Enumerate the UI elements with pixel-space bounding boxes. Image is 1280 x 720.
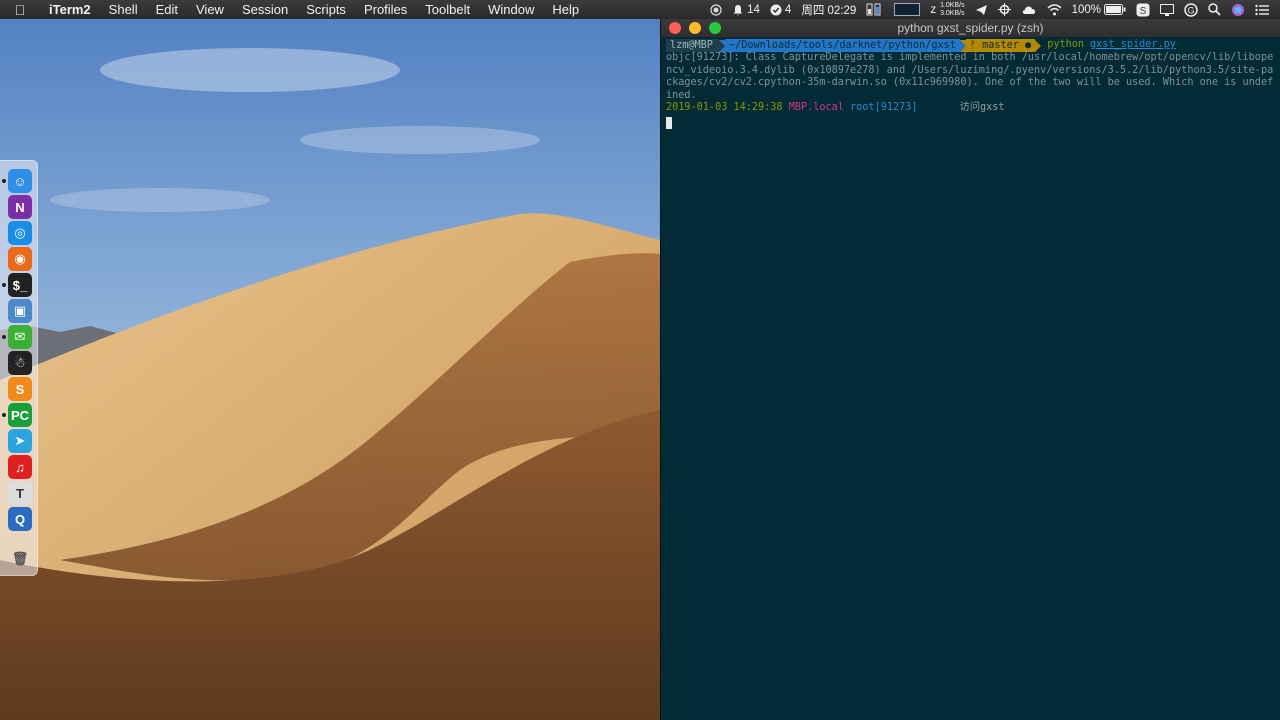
dock-terminal-icon[interactable]: $_ (8, 273, 32, 297)
stderr-output: objc[91273]: Class CaptureDelegate is im… (666, 52, 1274, 101)
window-title: python gxst_spider.py (zsh) (897, 21, 1044, 35)
menu-toolbelt[interactable]: Toolbelt (416, 0, 479, 19)
apple-menu-icon[interactable]:  (0, 2, 40, 18)
dock-trash-icon[interactable]: 🗑 (8, 547, 32, 571)
menu-view[interactable]: View (187, 0, 233, 19)
svg-text:G: G (1187, 5, 1194, 15)
prompt-separator (1035, 39, 1042, 52)
running-indicator (2, 413, 6, 417)
dock-finder-icon[interactable]: ☺ (8, 169, 32, 193)
menu-help[interactable]: Help (543, 0, 588, 19)
terminal-content[interactable]: lzm@MBP ~/Downloads/tools/darknet/python… (661, 37, 1280, 136)
net-down-speed: 3.0KB/s (940, 9, 965, 17)
cursor-line (666, 115, 1275, 134)
prompt-user-host: lzm@MBP (666, 39, 719, 52)
prompt-git-branch: ᚠ master ● (965, 39, 1036, 52)
shell-prompt: lzm@MBP ~/Downloads/tools/darknet/python… (666, 39, 1275, 52)
prompt-path: ~/Downloads/tools/darknet/python/gxst (724, 39, 960, 52)
net-up-speed: 1.0KB/s (940, 1, 965, 9)
sync-icon: z (930, 3, 937, 16)
command-argument: gxst_spider.py (1090, 39, 1176, 51)
menu-session[interactable]: Session (233, 0, 297, 19)
cloud-icon[interactable] (1016, 0, 1042, 19)
command-name: python (1047, 39, 1085, 51)
log-process: root[91273] (850, 102, 918, 114)
battery-icon (1104, 4, 1126, 15)
wifi-icon[interactable] (1042, 0, 1067, 19)
menu-window[interactable]: Window (479, 0, 543, 19)
bell-icon (733, 4, 743, 15)
notification-status[interactable]: 14 (727, 0, 765, 19)
dock-typora-icon[interactable]: T (8, 481, 32, 505)
skype-icon[interactable]: S (1131, 0, 1155, 19)
badge-status[interactable]: 4 (765, 0, 796, 19)
notification-center-icon[interactable] (1250, 0, 1274, 19)
grammarly-icon[interactable]: G (1179, 0, 1203, 19)
check-circle-icon (770, 4, 782, 15)
dock-preview-icon[interactable]: ▣ (8, 299, 32, 323)
dock-qq-icon[interactable]: ☃ (8, 351, 32, 375)
terminal-window[interactable]: python gxst_spider.py (zsh) lzm@MBP ~/Do… (660, 19, 1280, 720)
log-host: MBP.local (788, 102, 844, 114)
move-icon[interactable] (993, 0, 1016, 19)
dock-quicktime-icon[interactable]: Q (8, 507, 32, 531)
menu-profiles[interactable]: Profiles (355, 0, 416, 19)
spotlight-search-icon[interactable] (1203, 0, 1226, 19)
memory-indicator-icon (861, 0, 889, 19)
dock-wechat-icon[interactable]: ✉ (8, 325, 32, 349)
dock-firefox-icon[interactable]: ◉ (8, 247, 32, 271)
siri-icon[interactable] (1226, 0, 1250, 19)
svg-text:S: S (1140, 6, 1147, 17)
cpu-graph (889, 0, 925, 19)
dock-telegram-icon[interactable]: ➤ (8, 429, 32, 453)
menu-shell[interactable]: Shell (100, 0, 147, 19)
text-cursor (666, 116, 672, 129)
menu-edit[interactable]: Edit (147, 0, 187, 19)
display-icon[interactable] (1155, 0, 1179, 19)
dock-netease-music-icon[interactable]: ♫ (8, 455, 32, 479)
dock-pycharm-icon[interactable]: PC (8, 403, 32, 427)
window-titlebar[interactable]: python gxst_spider.py (zsh) (661, 19, 1280, 37)
app-menu[interactable]: iTerm2 (40, 0, 100, 19)
dock-safari-icon[interactable]: ◎ (8, 221, 32, 245)
log-line: 2019-01-03 14:29:38 MBP.local root[91273… (666, 102, 1275, 115)
record-icon[interactable] (705, 0, 727, 19)
running-indicator (2, 335, 6, 339)
battery-status[interactable]: 100% (1067, 0, 1131, 19)
running-indicator (2, 283, 6, 287)
dock: ☺ N ◎ ◉ $_ ▣ ✉ ☃ S PC ➤ ♫ T Q 🗑 (0, 160, 38, 576)
dock-sublime-icon[interactable]: S (8, 377, 32, 401)
menu-bar:  iTerm2 Shell Edit View Session Scripts… (0, 0, 1280, 19)
clock[interactable]: 周四 02:29 (796, 0, 861, 19)
running-indicator (2, 179, 6, 183)
notification-count: 14 (747, 3, 760, 16)
log-message: 访问gxst (959, 102, 1005, 114)
network-speed: z 1.0KB/s 3.0KB/s (925, 0, 969, 19)
menu-scripts[interactable]: Scripts (297, 0, 355, 19)
send-icon[interactable] (970, 0, 993, 19)
dock-onenote-icon[interactable]: N (8, 195, 32, 219)
log-datetime: 2019-01-03 14:29:38 (666, 102, 783, 114)
badge-count: 4 (784, 3, 792, 16)
battery-percent: 100% (1071, 3, 1101, 16)
